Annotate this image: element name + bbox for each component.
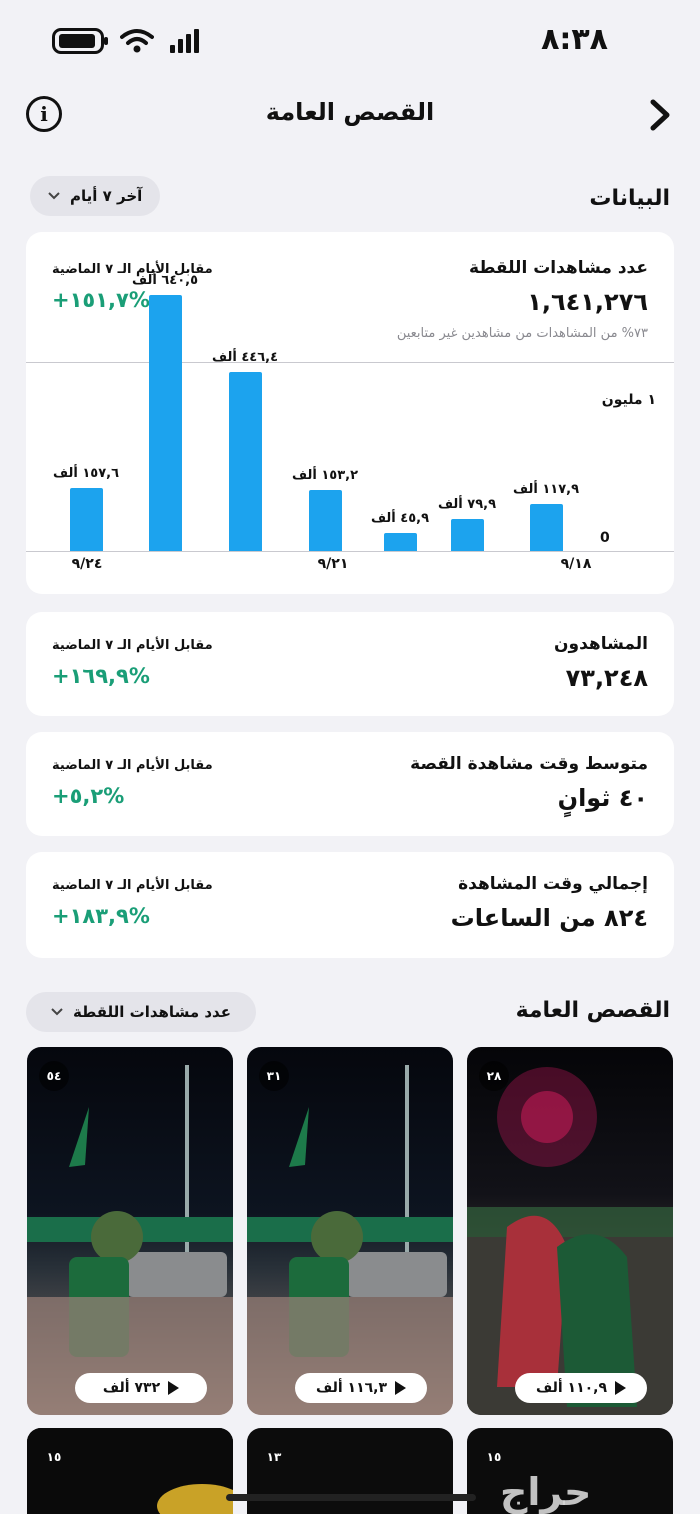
home-indicator	[226, 1494, 476, 1501]
header: i القصص العامة	[0, 88, 700, 142]
story-thumbnail	[467, 1047, 673, 1415]
avg-view-time-value: ٤٠ ثوانٍ	[557, 784, 648, 812]
story-snap-count: ١٥	[486, 1450, 502, 1464]
x-tick-label: ٩/٢٤	[71, 556, 103, 572]
viewers-value: ٧٣,٢٤٨	[565, 664, 648, 692]
y-axis-max-label: ١ مليون	[601, 392, 656, 408]
status-icons	[52, 28, 199, 54]
chart-bar-label: ١٥٧,٦ ألف	[52, 465, 120, 481]
chart-bar	[148, 294, 182, 551]
story-tile[interactable]: ١٥	[27, 1428, 233, 1514]
story-views-value: ١١٠,٩ ألف	[535, 1380, 608, 1396]
story-tile[interactable]: ٥٤ ٧٣٢ ألف	[27, 1047, 233, 1415]
stories-title: القصص العامة	[515, 998, 670, 1023]
story-tile[interactable]: ٣١ ١١٦,٣ ألف	[247, 1047, 453, 1415]
avg-view-time-cmp-value: +٥,٢%	[52, 784, 125, 808]
story-tile[interactable]: ١٣	[247, 1428, 453, 1514]
chart-bar-label: ٤٤٦,٤ ألف	[211, 350, 279, 366]
signal-icon	[170, 29, 199, 53]
watermark-logo: حراج	[500, 1470, 592, 1514]
story-views-value: ١١٦,٣ ألف	[315, 1380, 388, 1396]
chart-bar-label: ١١٧,٩ ألف	[512, 481, 580, 497]
page-title: القصص العامة	[265, 98, 435, 126]
avg-view-time-label: متوسط وقت مشاهدة القصة	[410, 754, 648, 774]
stories-sort-label: عدد مشاهدات اللقطة	[73, 1003, 231, 1021]
insights-title: البيانات	[589, 186, 670, 211]
chart-bar	[69, 487, 103, 551]
chart-bar	[450, 519, 484, 551]
chart-bar	[529, 503, 563, 551]
story-snap-count: ١٣	[266, 1450, 282, 1464]
viewers-cmp-value: +١٦٩,٩%	[52, 664, 150, 688]
avg-view-time-card[interactable]: متوسط وقت مشاهدة القصة ٤٠ ثوانٍ مقابل ال…	[26, 732, 674, 836]
story-tile[interactable]: ٢٨ ١١٠,٩ ألف	[467, 1047, 673, 1415]
total-view-time-label: إجمالي وقت المشاهدة	[458, 874, 648, 894]
play-icon	[395, 1381, 407, 1395]
status-bar: ٨:٣٨	[0, 0, 700, 80]
total-view-time-card[interactable]: إجمالي وقت المشاهدة ٨٢٤ من الساعات مقابل…	[26, 852, 674, 958]
snap-views-label: عدد مشاهدات اللقطة	[469, 258, 648, 278]
story-snap-count: ١٥	[46, 1450, 62, 1464]
chart-bar-label: ٧٩,٩ ألف	[437, 497, 497, 513]
story-thumbnail	[27, 1047, 233, 1415]
stories-sort-dropdown[interactable]: عدد مشاهدات اللقطة	[26, 992, 256, 1032]
chart-top-line	[26, 362, 674, 363]
back-chevron-icon[interactable]	[648, 98, 672, 132]
play-icon	[615, 1381, 627, 1395]
avg-view-time-cmp-label: مقابل الأيام الـ ٧ الماضية	[52, 758, 213, 773]
date-range-dropdown[interactable]: آخر ٧ أيام	[30, 176, 161, 216]
play-icon	[168, 1381, 180, 1395]
wifi-icon	[120, 29, 154, 53]
chart-bar	[383, 532, 417, 551]
chart-bar-label: ٦٤٠,٥ ألف	[131, 272, 199, 288]
battery-icon	[52, 28, 108, 54]
total-view-time-cmp-value: +١٨٣,٩%	[52, 904, 150, 928]
viewers-cmp-label: مقابل الأيام الـ ٧ الماضية	[52, 638, 213, 653]
chart-baseline	[26, 551, 674, 552]
snap-views-value: ١,٦٤١,٢٧٦	[527, 288, 648, 316]
viewers-card[interactable]: المشاهدون ٧٣,٢٤٨ مقابل الأيام الـ ٧ الما…	[26, 612, 674, 716]
y-axis-zero-label: 0	[600, 530, 610, 546]
story-views-pill: ١١٦,٣ ألف	[295, 1373, 427, 1403]
chart-bar	[228, 372, 262, 551]
story-snap-count: ٣١	[259, 1061, 289, 1091]
x-tick-label: ٩/١٨	[560, 556, 592, 572]
snap-views-sub: ٧٣% من المشاهدات من مشاهدين غير متابعين	[396, 326, 648, 341]
viewers-label: المشاهدون	[554, 634, 648, 654]
chart-bar	[308, 489, 342, 551]
story-snap-count: ٥٤	[39, 1061, 69, 1091]
date-range-label: آخر ٧ أيام	[70, 187, 143, 205]
total-view-time-cmp-label: مقابل الأيام الـ ٧ الماضية	[52, 878, 213, 893]
x-tick-label: ٩/٢١	[317, 556, 349, 572]
chevron-down-icon	[51, 1008, 63, 1016]
story-views-pill: ١١٠,٩ ألف	[515, 1373, 647, 1403]
status-time: ٨:٣٨	[541, 22, 608, 57]
snap-views-cmp-value: +١٥١,٧%	[52, 288, 150, 312]
chevron-down-icon	[48, 192, 60, 200]
story-thumbnail	[247, 1047, 453, 1415]
total-view-time-value: ٨٢٤ من الساعات	[450, 904, 648, 932]
story-views-pill: ٧٣٢ ألف	[75, 1373, 207, 1403]
chart-bar-label: ٤٥,٩ ألف	[370, 510, 430, 526]
chart-bar-label: ١٥٣,٢ ألف	[291, 467, 359, 483]
snap-views-bar-chart: ١ مليون 0 ٩/١٨ ٩/٢١ ٩/٢٤ ١١٧,٩ ألف ٧٩,٩ أ…	[26, 273, 674, 574]
story-views-value: ٧٣٢ ألف	[102, 1380, 161, 1396]
story-snap-count: ٢٨	[479, 1061, 509, 1091]
